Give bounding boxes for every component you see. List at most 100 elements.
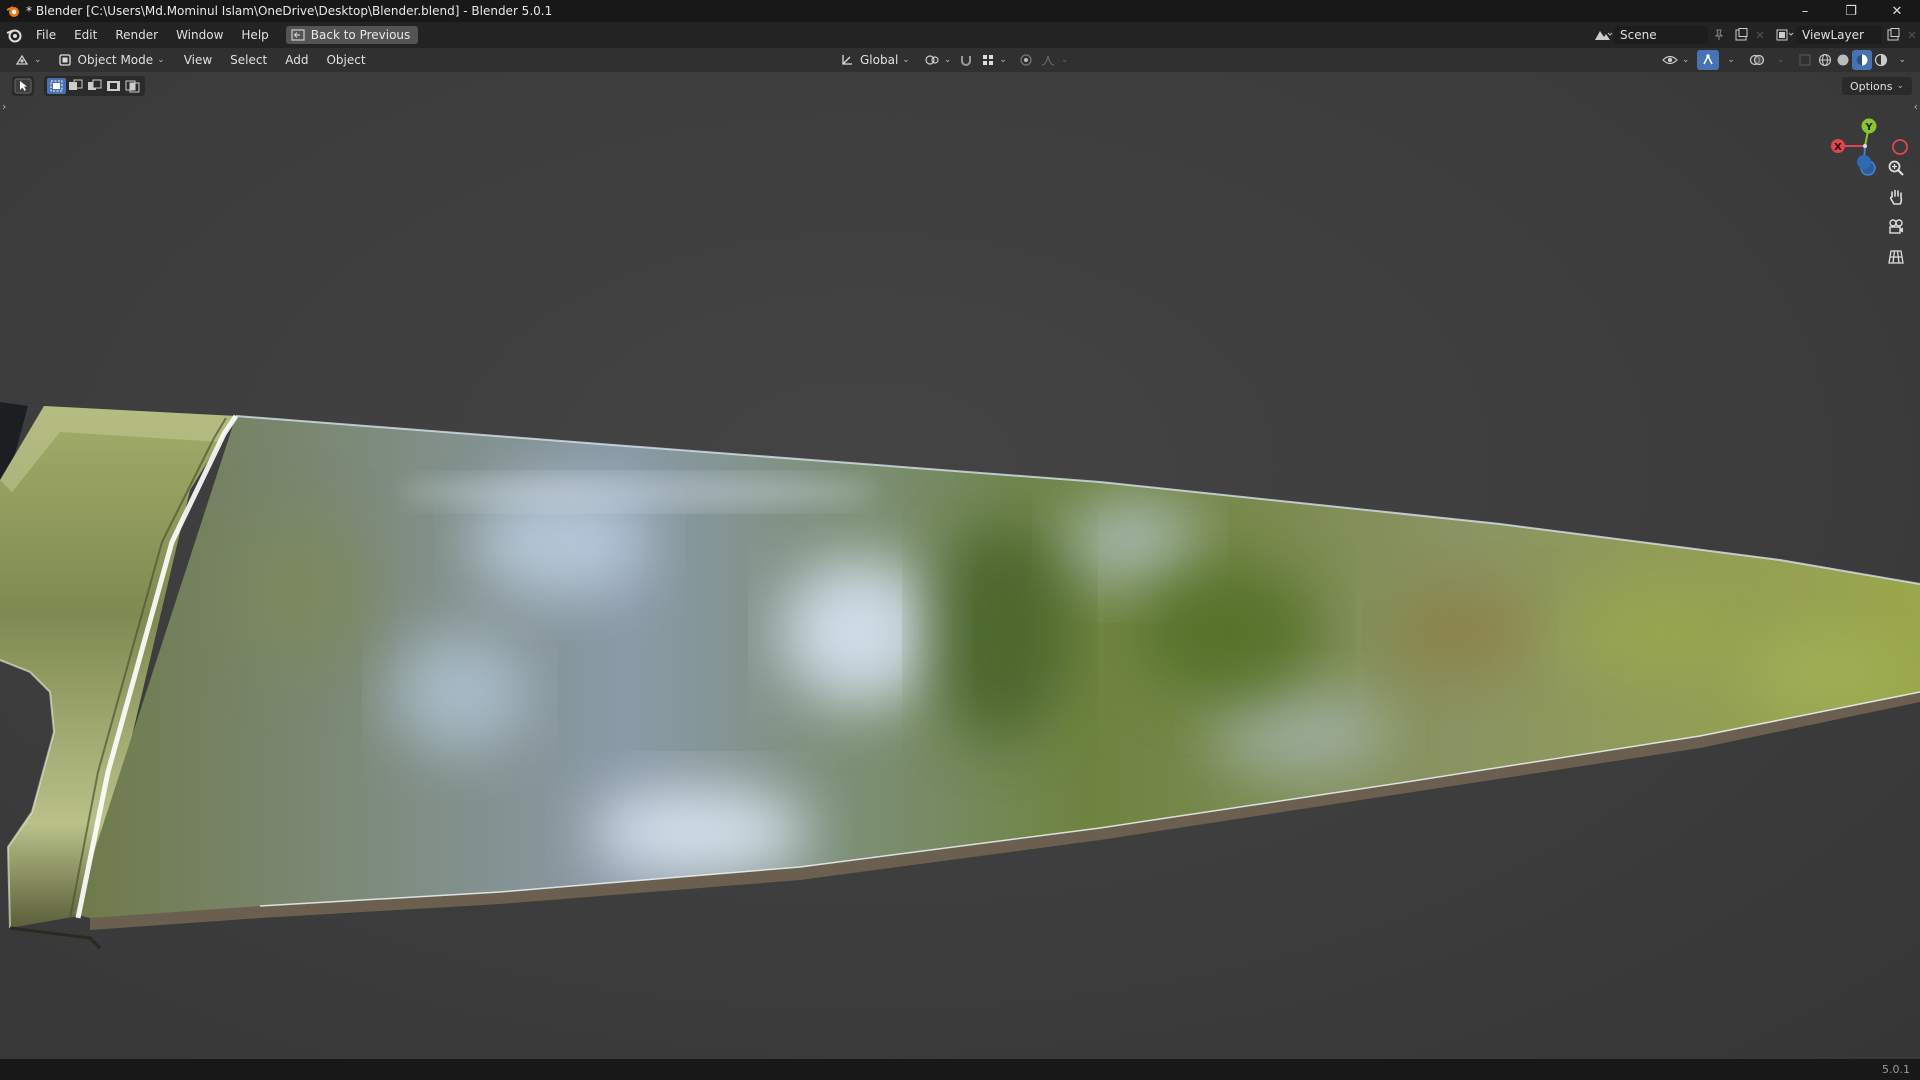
solid-sphere-icon xyxy=(1837,54,1849,66)
gizmo-x-label: X xyxy=(1834,142,1842,153)
pan-button[interactable] xyxy=(1884,185,1908,209)
menu-help[interactable]: Help xyxy=(232,22,277,48)
rendered-sphere-icon xyxy=(1875,53,1888,67)
viewlayer-name-field[interactable]: ViewLayer xyxy=(1796,26,1882,44)
camera-view-button[interactable] xyxy=(1884,215,1908,239)
version-label: 5.0.1 xyxy=(1882,1063,1910,1076)
options-dropdown[interactable]: Options ⌄ xyxy=(1842,77,1912,95)
editor-type-icon xyxy=(15,54,29,65)
select-extend-icon[interactable] xyxy=(66,78,85,94)
gizmo-y-label: Y xyxy=(1864,122,1873,133)
3d-viewport[interactable]: › ‹ Options ⌄ X Y xyxy=(0,72,1920,1059)
new-viewlayer-icon[interactable] xyxy=(1882,26,1904,44)
tool-settings-row xyxy=(12,76,145,96)
chevron-down-icon: ⌄ xyxy=(1776,55,1785,65)
scene-name: Scene xyxy=(1620,28,1657,42)
shading-material-preview-button[interactable] xyxy=(1852,50,1873,70)
chevron-down-icon: ⌄ xyxy=(943,55,952,65)
overlays-toggle[interactable] xyxy=(1745,50,1769,70)
back-icon xyxy=(291,29,305,41)
gizmos-dropdown[interactable]: ⌄ xyxy=(1719,50,1739,70)
chevron-down-icon: ⌄ xyxy=(999,55,1007,65)
select-cursor-icon xyxy=(14,78,32,94)
back-to-previous-label: Back to Previous xyxy=(310,28,411,42)
orientation-axes-icon xyxy=(842,55,852,65)
gizmo-icon xyxy=(1703,54,1714,65)
chevron-down-icon: ⌄ xyxy=(1727,55,1735,65)
transform-orientation-dropdown[interactable]: Global ⌄ xyxy=(836,50,914,70)
viewlayer-name: ViewLayer xyxy=(1802,28,1864,42)
viewport-menu-select[interactable]: Select xyxy=(221,48,276,72)
close-icon[interactable]: ✕ xyxy=(1874,0,1920,22)
new-scene-icon[interactable] xyxy=(1730,26,1752,44)
menu-window[interactable]: Window xyxy=(167,22,232,48)
scene-name-field[interactable]: Scene xyxy=(1614,26,1708,44)
snap-toggle[interactable] xyxy=(955,50,977,70)
visibility-dropdown[interactable]: ⌄ xyxy=(1658,50,1694,70)
overlays-dropdown[interactable]: ⌄ xyxy=(1769,50,1789,70)
chevron-down-icon: ⌄ xyxy=(1898,55,1906,65)
window-title: * Blender [C:\Users\Md.Mominul Islam\One… xyxy=(26,4,553,18)
proportional-editing-icon xyxy=(1020,54,1032,66)
gizmos-toggle[interactable] xyxy=(1697,50,1720,70)
shading-solid-button[interactable] xyxy=(1834,50,1852,70)
active-tool-button[interactable] xyxy=(12,76,34,96)
viewport-menu-add[interactable]: Add xyxy=(276,48,317,72)
pivot-point-icon xyxy=(925,55,939,65)
wireframe-sphere-icon xyxy=(1819,53,1832,67)
xray-toggle[interactable] xyxy=(1794,50,1816,70)
title-bar: * Blender [C:\Users\Md.Mominul Islam\One… xyxy=(0,0,1920,22)
minimize-icon[interactable]: – xyxy=(1782,0,1828,22)
zoom-magnifier-icon xyxy=(1888,160,1904,176)
select-invert-icon[interactable] xyxy=(104,78,123,94)
select-intersect-icon[interactable] xyxy=(123,78,142,94)
shading-rendered-button[interactable] xyxy=(1872,50,1890,70)
viewport-display-tools: ⌄ ⌄ ⌄ ⌄ xyxy=(1658,48,1910,72)
snap-grid-icon xyxy=(983,55,994,65)
window-controls: – ❐ ✕ xyxy=(1782,0,1920,22)
menu-file[interactable]: File xyxy=(27,22,65,48)
transform-tools: Global ⌄ ⌄ ⌄ ⌄ xyxy=(836,48,1072,72)
knife-blade-render xyxy=(0,402,1920,950)
delete-scene-icon[interactable]: ✕ xyxy=(1752,26,1768,44)
options-label: Options xyxy=(1850,79,1893,93)
chevron-down-icon: ⌄ xyxy=(902,55,910,65)
scene-selector-icon[interactable] xyxy=(1592,26,1614,44)
object-mode-label: Object Mode xyxy=(77,53,154,67)
viewlayer-selector-icon[interactable] xyxy=(1774,26,1796,44)
pivot-point-dropdown[interactable]: ⌄ xyxy=(920,50,956,70)
sidebar-expand-arrow[interactable]: ‹ xyxy=(1914,100,1918,113)
blender-app-icon xyxy=(6,6,19,17)
editor-type-dropdown[interactable]: ⌄ xyxy=(10,50,46,70)
restore-icon[interactable]: ❐ xyxy=(1828,0,1874,22)
eye-icon xyxy=(1661,55,1678,65)
selection-mode-group xyxy=(44,76,145,96)
scene-viewlayer-group: Scene ✕ ViewLayer ✕ xyxy=(1592,22,1920,48)
zoom-button[interactable] xyxy=(1884,156,1908,180)
blender-menu-icon[interactable] xyxy=(5,26,23,44)
camera-icon xyxy=(1889,219,1903,234)
back-to-previous-button[interactable]: Back to Previous xyxy=(285,26,419,44)
menu-render[interactable]: Render xyxy=(106,22,167,48)
perspective-toggle-button[interactable] xyxy=(1884,245,1908,269)
chevron-down-icon: ⌄ xyxy=(1681,55,1690,65)
shading-wireframe-button[interactable] xyxy=(1816,50,1834,70)
select-subtract-icon[interactable] xyxy=(85,78,104,94)
falloff-curve-icon xyxy=(1041,55,1055,66)
select-new-icon[interactable] xyxy=(47,78,66,94)
toolbar-expand-arrow[interactable]: › xyxy=(2,100,6,113)
object-mode-dropdown[interactable]: Object Mode ⌄ xyxy=(54,50,169,70)
pin-icon[interactable] xyxy=(1708,26,1730,44)
grid-perspective-icon xyxy=(1888,250,1904,264)
material-sphere-icon xyxy=(1856,54,1868,66)
shading-options-dropdown[interactable]: ⌄ xyxy=(1890,50,1910,70)
transform-orientation-label: Global xyxy=(860,53,899,67)
snap-target-dropdown[interactable]: ⌄ xyxy=(977,50,1011,70)
proportional-editing-toggle[interactable] xyxy=(1015,50,1037,70)
viewport-menu-object[interactable]: Object xyxy=(317,48,374,72)
xray-icon xyxy=(1799,54,1812,66)
viewport-menu-view[interactable]: View xyxy=(175,48,221,72)
menu-edit[interactable]: Edit xyxy=(65,22,106,48)
proportional-falloff-dropdown[interactable]: ⌄ xyxy=(1037,50,1073,70)
delete-viewlayer-icon[interactable]: ✕ xyxy=(1904,26,1920,44)
